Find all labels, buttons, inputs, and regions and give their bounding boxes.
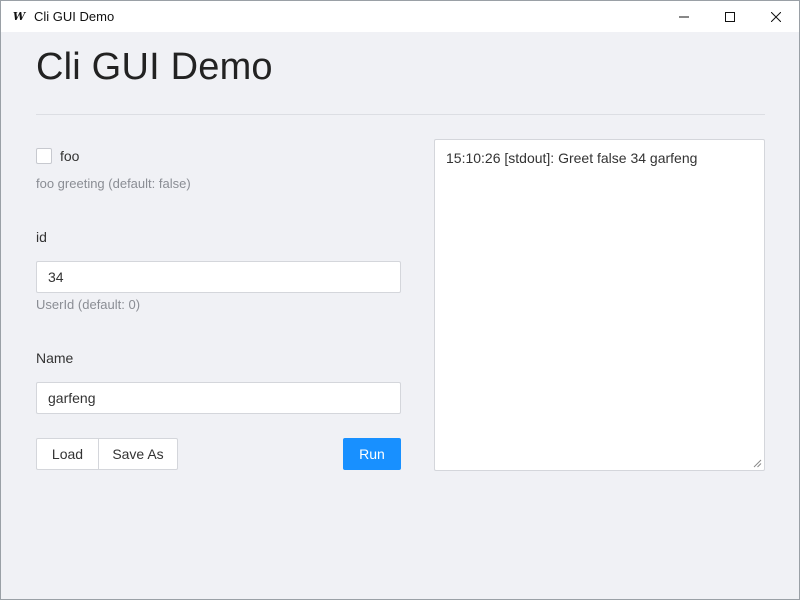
run-button[interactable]: Run (343, 438, 401, 470)
app-window: W Cli GUI Demo Cli GUI Demo foo foo gree… (0, 0, 800, 600)
close-icon (771, 11, 781, 22)
resize-grip-icon[interactable] (753, 459, 762, 468)
foo-checkbox[interactable] (36, 148, 52, 164)
name-input[interactable]: garfeng (36, 382, 401, 414)
title-bar[interactable]: W Cli GUI Demo (1, 1, 799, 32)
load-button[interactable]: Load (36, 438, 99, 470)
output-textarea[interactable]: 15:10:26 [stdout]: Greet false 34 garfen… (434, 139, 765, 471)
name-label: Name (36, 350, 74, 366)
main-content: Cli GUI Demo foo foo greeting (default: … (1, 32, 799, 599)
id-help-text: UserId (default: 0) (36, 297, 141, 312)
foo-option[interactable]: foo (36, 148, 79, 164)
page-title: Cli GUI Demo (36, 46, 273, 88)
title-divider (36, 114, 765, 115)
save-as-button[interactable]: Save As (99, 438, 178, 470)
close-button[interactable] (753, 1, 799, 32)
output-line: 15:10:26 [stdout]: Greet false 34 garfen… (446, 150, 698, 166)
foo-label: foo (60, 148, 80, 164)
id-input[interactable]: 34 (36, 261, 401, 293)
id-label: id (36, 229, 47, 245)
foo-help-text: foo greeting (default: false) (36, 176, 191, 191)
maximize-button[interactable] (707, 1, 753, 32)
minimize-button[interactable] (661, 1, 707, 32)
window-title: Cli GUI Demo (34, 9, 115, 24)
maximize-icon (725, 11, 735, 22)
minimize-icon (679, 16, 689, 17)
window-controls (661, 1, 799, 32)
app-logo-icon: W (12, 9, 26, 23)
file-button-group: Load Save As (36, 438, 178, 470)
